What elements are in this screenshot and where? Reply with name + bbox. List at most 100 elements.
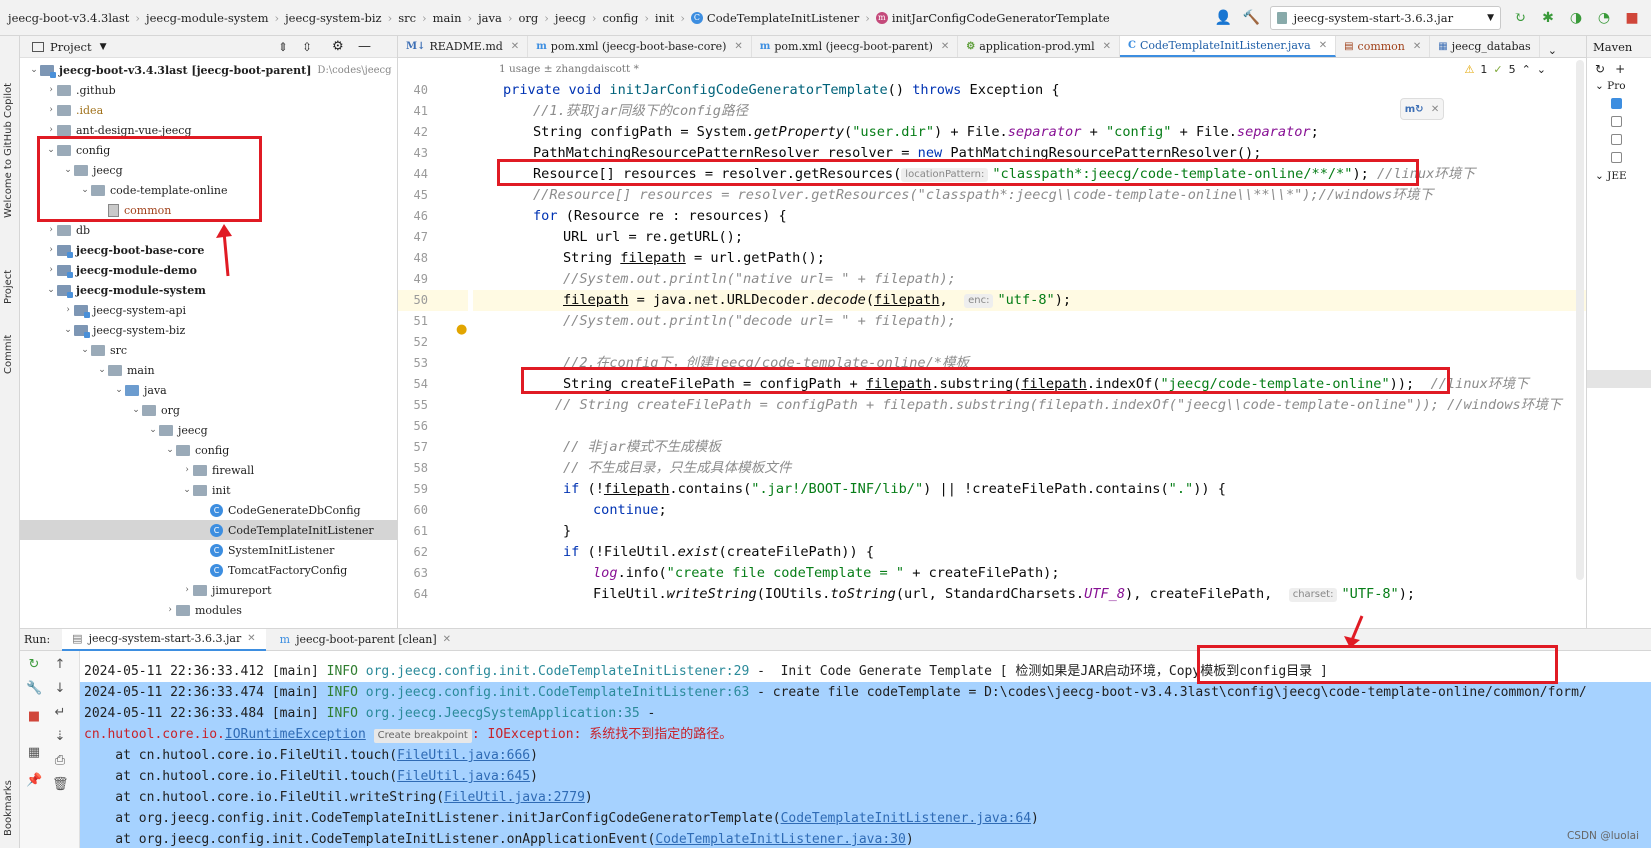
line-number[interactable]: 41 (398, 101, 468, 122)
run-tab[interactable]: m jeecg-boot-parent [clean] ✕ (270, 629, 461, 651)
chevron-down-icon[interactable]: ⌄ (181, 485, 193, 495)
breadcrumb-item[interactable]: jeecg-system-biz › (285, 11, 398, 25)
editor-scrollbar[interactable] (1576, 60, 1584, 580)
tree-node[interactable]: › jeecg-module-demo (20, 260, 397, 280)
checkbox[interactable] (1595, 116, 1651, 134)
line-number[interactable]: 53 (398, 353, 468, 374)
maven-reload-popup[interactable]: m↻ ✕ (1400, 98, 1444, 120)
line-number[interactable]: 43 (398, 143, 468, 164)
tree-node[interactable]: ⌄ init (20, 480, 397, 500)
chevron-down-icon[interactable]: ▼ (100, 42, 107, 52)
chevron-down-icon[interactable]: ⌄ (1537, 63, 1546, 76)
line-number[interactable]: 63 (398, 563, 468, 584)
project-stripe-button[interactable]: Project (3, 270, 14, 304)
breadcrumb-item[interactable]: config › (603, 11, 655, 25)
chevron-down-icon[interactable]: ⌄ (96, 365, 108, 375)
collapse-all-icon[interactable]: ⇳ (302, 40, 312, 54)
soft-wrap-icon[interactable]: ↵ (52, 705, 68, 721)
line-number[interactable]: 48 (398, 248, 468, 269)
breadcrumb-item[interactable]: org › (519, 11, 555, 25)
chevron-down-icon[interactable]: ⌄ (79, 345, 91, 355)
maven-item[interactable]: ⌄ Pro (1595, 80, 1651, 98)
breadcrumb-item[interactable]: java › (478, 11, 518, 25)
close-icon[interactable]: ✕ (1431, 104, 1439, 115)
chevron-up-icon[interactable]: ⌃ (1522, 63, 1531, 76)
tree-node[interactable]: › jimureport (20, 580, 397, 600)
line-number[interactable]: 47 (398, 227, 468, 248)
stack-frame-link[interactable]: FileUtil.java:645 (397, 769, 530, 784)
wrench-icon[interactable]: 🔧 (26, 681, 42, 697)
line-number[interactable]: 64 (398, 584, 468, 605)
checkbox[interactable] (1595, 134, 1651, 152)
chevron-down-icon[interactable]: ⌄ (164, 445, 176, 455)
breadcrumb-item[interactable]: main › (433, 11, 478, 25)
tree-node[interactable]: ⌄ src (20, 340, 397, 360)
tree-node[interactable]: › db (20, 220, 397, 240)
reload-icon[interactable]: ↻ (1595, 62, 1605, 76)
line-number[interactable]: 59 (398, 479, 468, 500)
tree-node[interactable]: C SystemInitListener (20, 540, 397, 560)
stack-frame-link[interactable]: FileUtil.java:2779 (444, 790, 585, 805)
line-number[interactable]: 61 (398, 521, 468, 542)
line-number[interactable]: 42 (398, 122, 468, 143)
project-panel-title[interactable]: Project (50, 40, 92, 54)
checkbox[interactable] (1595, 152, 1651, 170)
line-number[interactable]: 45 (398, 185, 468, 206)
tree-node[interactable]: › firewall (20, 460, 397, 480)
line-number[interactable]: 44 (398, 164, 468, 185)
tree-node[interactable]: ⌄ jeecg (20, 420, 397, 440)
tree-node[interactable]: › modules (20, 600, 397, 620)
expand-all-icon[interactable]: ⇕ (278, 40, 288, 54)
commit-stripe-button[interactable]: Commit (3, 335, 14, 374)
chevron-down-icon[interactable]: ⌄ (45, 285, 57, 295)
editor-tab[interactable]: ▤ common ✕ (1336, 36, 1431, 57)
close-icon[interactable]: ✕ (734, 41, 742, 52)
chevron-right-icon[interactable]: › (45, 125, 57, 135)
line-number[interactable]: 40 (398, 80, 468, 101)
close-icon[interactable]: ✕ (247, 633, 255, 644)
editor-tab[interactable]: ▦ jeecg_databas (1430, 36, 1540, 57)
breadcrumb-item[interactable]: jeecg-boot-v3.4.3last › (8, 11, 146, 25)
stack-frame-link[interactable]: CodeTemplateInitListener.java:30 (655, 832, 905, 847)
profiler-icon[interactable]: ◔ (1595, 9, 1613, 27)
breadcrumb-item[interactable]: src › (398, 11, 432, 25)
checkbox-checked[interactable] (1595, 98, 1651, 116)
tree-node[interactable]: ⌄ jeecg-module-system (20, 280, 397, 300)
maven-reload-icon[interactable]: m↻ (1405, 104, 1424, 115)
gear-icon[interactable]: ⚙ (332, 39, 344, 54)
tree-node[interactable]: ⌄ jeecg-system-biz (20, 320, 397, 340)
scroll-to-end-icon[interactable]: ⇣ (52, 729, 68, 745)
breadcrumb-item[interactable]: C CodeTemplateInitListener › (690, 11, 876, 25)
chevron-right-icon[interactable]: › (164, 605, 176, 615)
chevron-down-icon[interactable]: ⌄ (28, 65, 40, 75)
chevron-right-icon[interactable]: › (45, 245, 57, 255)
chevron-right-icon[interactable]: › (181, 585, 193, 595)
tree-node[interactable]: ⌄ java (20, 380, 397, 400)
chevron-right-icon[interactable]: › (45, 225, 57, 235)
close-icon[interactable]: ✕ (1319, 40, 1327, 51)
tree-node[interactable]: C CodeGenerateDbConfig (20, 500, 397, 520)
run-config-select[interactable]: jeecg-system-start-3.6.3.jar ▼ (1270, 6, 1501, 30)
run-tab[interactable]: ▤ jeecg-system-start-3.6.3.jar ✕ (62, 628, 266, 651)
close-icon[interactable]: ✕ (1103, 41, 1111, 52)
stop-icon[interactable]: ■ (1623, 9, 1641, 27)
usage-hint[interactable]: 1 usage ± zhangdaiscott * (499, 60, 639, 78)
line-number[interactable]: 49 (398, 269, 468, 290)
pin-icon[interactable]: 📌 (26, 773, 42, 789)
line-number[interactable]: 56 (398, 416, 468, 437)
breadcrumb-item[interactable]: init › (655, 11, 691, 25)
breadcrumb-item[interactable]: m initJarConfigCodeGeneratorTemplate (875, 11, 1110, 25)
line-number[interactable]: 58 (398, 458, 468, 479)
editor-tab[interactable]: m pom.xml (jeecg-boot-parent) ✕ (752, 36, 959, 57)
editor-tab[interactable]: C CodeTemplateInitListener.java ✕ (1120, 36, 1337, 57)
bookmarks-stripe-button[interactable]: Bookmarks (3, 780, 14, 836)
chevron-right-icon[interactable]: › (45, 105, 57, 115)
chevron-down-icon[interactable]: ⌄ (130, 405, 142, 415)
tree-node[interactable]: › .idea (20, 100, 397, 120)
tree-node[interactable]: › jeecg-boot-base-core (20, 240, 397, 260)
line-number[interactable]: 50 (398, 290, 468, 311)
chevron-down-icon[interactable]: ⌄ (62, 325, 74, 335)
tree-node[interactable]: ⌄ main (20, 360, 397, 380)
hammer-build-icon[interactable]: 🔨 (1242, 9, 1260, 27)
arrow-up-icon[interactable]: ↑ (52, 657, 68, 673)
